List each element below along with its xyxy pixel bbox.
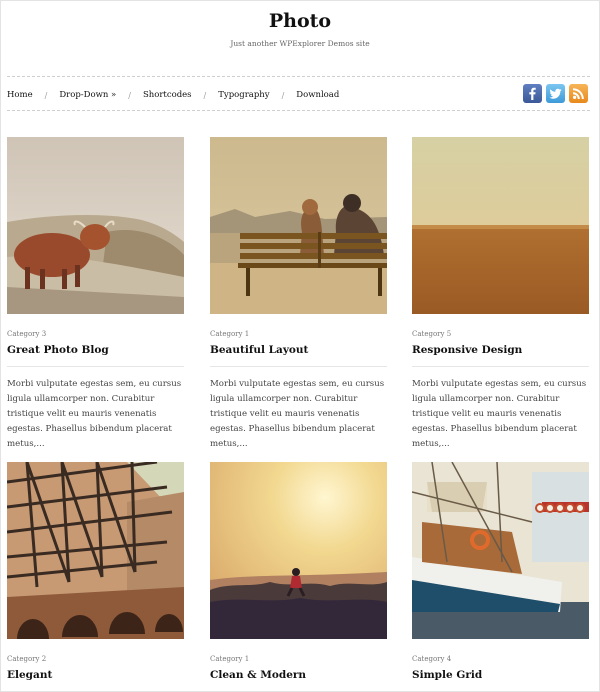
- post-title[interactable]: Simple Grid: [412, 669, 589, 681]
- nav-separator: /: [203, 90, 207, 100]
- post-excerpt: Morbi vulputate egestas sem, eu cursus l…: [7, 379, 182, 449]
- twitter-icon[interactable]: [546, 84, 565, 103]
- post-card: Category 1 Beautiful Layout Morbi vulput…: [210, 137, 387, 452]
- nav-item-shortcodes[interactable]: Shortcodes: [143, 90, 192, 100]
- post-card: Category 3 Great Photo Blog Morbi vulput…: [7, 137, 184, 452]
- post-card: Category 4 Simple Grid: [412, 462, 589, 681]
- post-category[interactable]: Category 1: [210, 330, 387, 338]
- main-nav: Home / Drop-Down » / Shortcodes / Typogr…: [7, 88, 339, 102]
- nav-item-drop-down[interactable]: Drop-Down »: [59, 90, 116, 100]
- post-divider: [210, 366, 387, 367]
- nav-separator: /: [281, 90, 285, 100]
- facebook-icon[interactable]: [523, 84, 542, 103]
- post-title[interactable]: Responsive Design: [412, 344, 589, 356]
- post-title[interactable]: Clean & Modern: [210, 669, 387, 681]
- header-divider: [7, 76, 590, 77]
- site-description: Just another WPExplorer Demos site: [230, 39, 370, 48]
- highland-cow-photo[interactable]: [7, 137, 184, 314]
- couple-on-bench-photo[interactable]: [210, 137, 387, 314]
- post-category[interactable]: Category 3: [7, 330, 184, 338]
- nav-separator: /: [128, 90, 131, 100]
- post-divider: [412, 366, 589, 367]
- post-title[interactable]: Elegant: [7, 669, 184, 681]
- steel-structure-photo[interactable]: [7, 462, 184, 639]
- post-divider: [7, 366, 184, 367]
- post-card: Category 2 Elegant: [7, 462, 184, 681]
- post-title[interactable]: Beautiful Layout: [210, 344, 387, 356]
- nav-divider: [7, 110, 590, 111]
- sunset-runner-photo[interactable]: [210, 462, 387, 639]
- social-links: [523, 84, 588, 103]
- nav-separator: /: [44, 90, 48, 100]
- nav-item-typography[interactable]: Typography: [218, 90, 269, 100]
- post-category[interactable]: Category 4: [412, 655, 589, 663]
- post-category[interactable]: Category 2: [7, 655, 184, 663]
- nav-item-download[interactable]: Download: [296, 90, 339, 100]
- post-card: Category 1 Clean & Modern: [210, 462, 387, 681]
- nav-item-home[interactable]: Home: [7, 90, 33, 100]
- harbor-boat-photo[interactable]: [412, 462, 589, 639]
- rss-icon[interactable]: [569, 84, 588, 103]
- post-excerpt: Morbi vulputate egestas sem, eu cursus l…: [412, 379, 587, 449]
- post-card: Category 5 Responsive Design Morbi vulpu…: [412, 137, 589, 452]
- post-category[interactable]: Category 1: [210, 655, 387, 663]
- post-category[interactable]: Category 5: [412, 330, 589, 338]
- post-title[interactable]: Great Photo Blog: [7, 344, 184, 356]
- post-excerpt: Morbi vulputate egestas sem, eu cursus l…: [210, 379, 385, 449]
- golden-field-photo[interactable]: [412, 137, 589, 314]
- site-title[interactable]: Photo: [0, 10, 600, 32]
